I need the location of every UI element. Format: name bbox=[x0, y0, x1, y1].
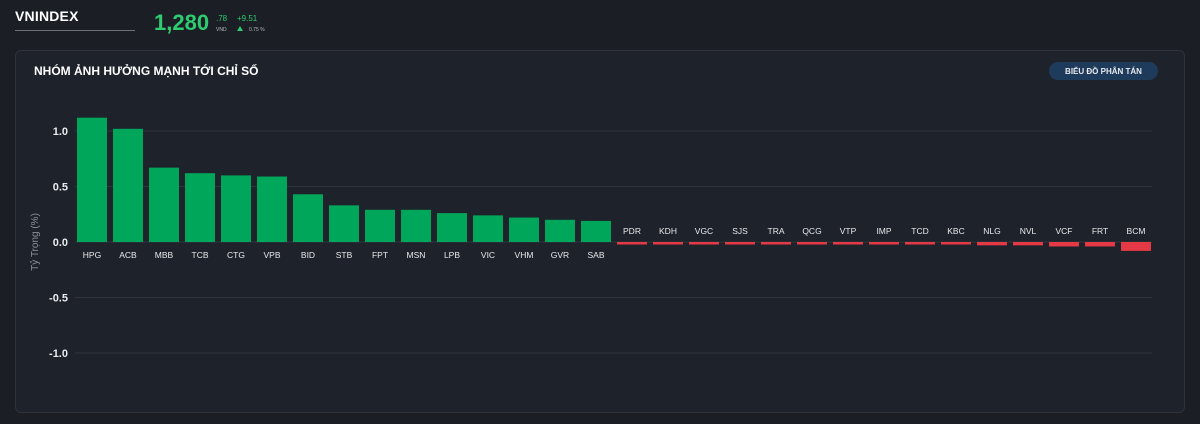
bar-acb[interactable] bbox=[113, 128, 143, 242]
bar-tcd[interactable] bbox=[905, 242, 935, 245]
category-label: FPT bbox=[372, 250, 388, 260]
category-label: HPG bbox=[83, 250, 101, 260]
y-tick-label: 0.0 bbox=[53, 237, 68, 249]
bar-nlg[interactable] bbox=[977, 242, 1007, 246]
influence-bar-chart: 1.0 0.5 0.0 -0.5 -1.0 Tỷ Trọng (%) HPG ACB MBB TC… bbox=[29, 117, 1152, 360]
bar-vpb[interactable] bbox=[257, 176, 287, 242]
category-label: VGC bbox=[695, 226, 713, 236]
bar-frt[interactable] bbox=[1085, 242, 1115, 247]
category-label: VPB bbox=[263, 250, 280, 260]
category-label: CTG bbox=[227, 250, 245, 260]
bar-hpg[interactable] bbox=[77, 117, 107, 242]
category-label: VIC bbox=[481, 250, 495, 260]
bar-nvl[interactable] bbox=[1013, 242, 1043, 246]
bar-imp[interactable] bbox=[869, 242, 899, 245]
category-label: KBC bbox=[947, 226, 964, 236]
bar-pdr[interactable] bbox=[617, 242, 647, 245]
bar-stb[interactable] bbox=[329, 205, 359, 242]
category-label: VCF bbox=[1056, 226, 1073, 236]
bar-bid[interactable] bbox=[293, 194, 323, 242]
category-label: MSN bbox=[407, 250, 426, 260]
bar-msn[interactable] bbox=[401, 209, 431, 242]
bar-ctg[interactable] bbox=[221, 175, 251, 242]
category-label: NLG bbox=[983, 226, 1000, 236]
category-label: STB bbox=[336, 250, 353, 260]
bar-vcf[interactable] bbox=[1049, 242, 1079, 247]
bar-sjs[interactable] bbox=[725, 242, 755, 245]
bar-kdh[interactable] bbox=[653, 242, 683, 245]
bar-vtp[interactable] bbox=[833, 242, 863, 245]
bar-tcb[interactable] bbox=[185, 173, 215, 242]
bar-vgc[interactable] bbox=[689, 242, 719, 245]
y-tick-label: 0.5 bbox=[53, 182, 68, 194]
category-label: VHM bbox=[515, 250, 534, 260]
category-label: TCB bbox=[192, 250, 209, 260]
category-label: ACB bbox=[119, 250, 137, 260]
category-label: LPB bbox=[444, 250, 460, 260]
category-label: QCG bbox=[802, 226, 821, 236]
category-label: VTP bbox=[840, 226, 857, 236]
category-label: BID bbox=[301, 250, 315, 260]
bar-kbc[interactable] bbox=[941, 242, 971, 245]
bar-gvr[interactable] bbox=[545, 219, 575, 242]
category-label: NVL bbox=[1020, 226, 1037, 236]
bar-tra[interactable] bbox=[761, 242, 791, 245]
bar-vic[interactable] bbox=[473, 215, 503, 242]
category-label: TRA bbox=[768, 226, 785, 236]
category-label: KDH bbox=[659, 226, 677, 236]
bar-qcg[interactable] bbox=[797, 242, 827, 245]
bar-lpb[interactable] bbox=[437, 213, 467, 242]
y-axis-title: Tỷ Trọng (%) bbox=[29, 213, 41, 271]
category-label: FRT bbox=[1092, 226, 1108, 236]
category-label: IMP bbox=[876, 226, 891, 236]
bar-bcm[interactable] bbox=[1121, 242, 1151, 251]
y-tick-label: -0.5 bbox=[49, 293, 68, 305]
category-label: SJS bbox=[732, 226, 748, 236]
category-label: TCD bbox=[911, 226, 928, 236]
bar-vhm[interactable] bbox=[509, 217, 539, 242]
category-label: MBB bbox=[155, 250, 174, 260]
category-label: BCM bbox=[1127, 226, 1146, 236]
category-label: GVR bbox=[551, 250, 569, 260]
bar-sab[interactable] bbox=[581, 220, 611, 242]
bar-fpt[interactable] bbox=[365, 209, 395, 242]
bar-mbb[interactable] bbox=[149, 167, 179, 242]
category-label: SAB bbox=[587, 250, 604, 260]
category-label: PDR bbox=[623, 226, 641, 236]
y-tick-label: 1.0 bbox=[53, 126, 68, 138]
y-tick-label: -1.0 bbox=[49, 348, 68, 360]
